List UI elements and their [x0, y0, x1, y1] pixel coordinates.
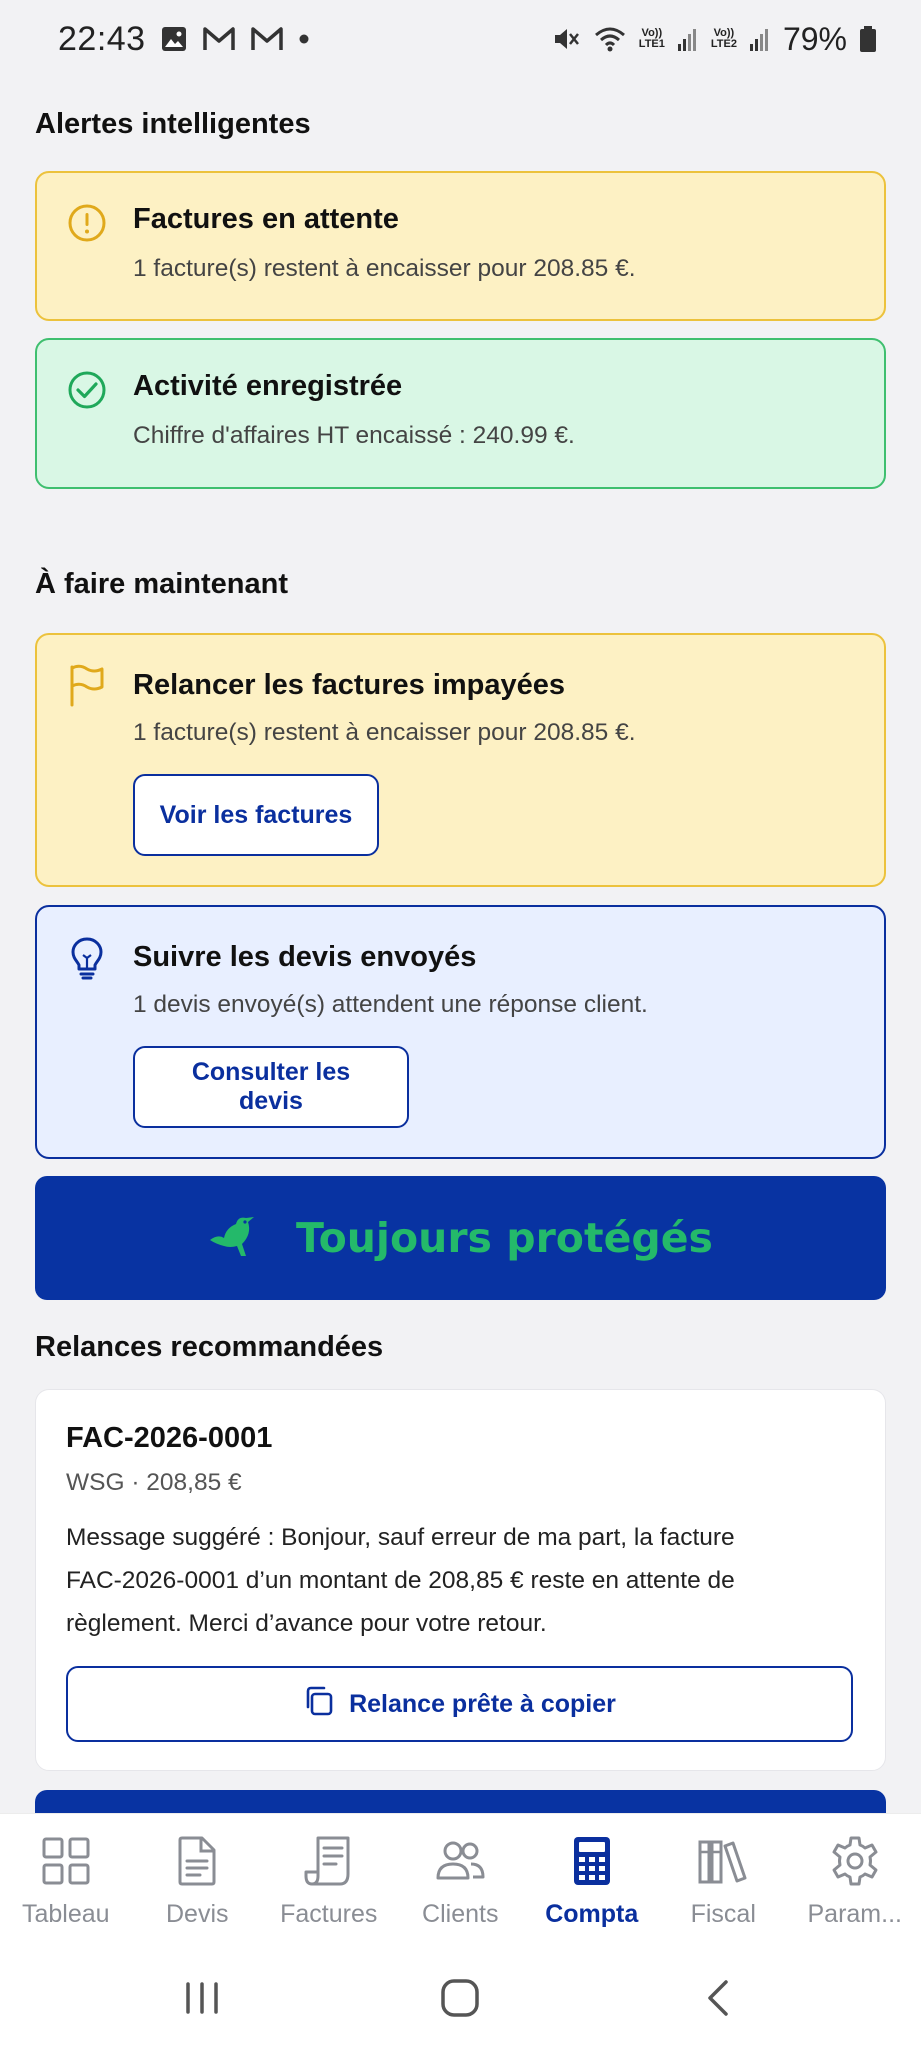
- sim2-label: LTE2: [710, 38, 737, 50]
- home-icon: [441, 1979, 479, 2017]
- status-right: Vo)) LTE1 Vo)) LTE2 79%: [551, 21, 877, 58]
- wifi-icon: [593, 25, 627, 53]
- copy-reminder-label: Relance prête à copier: [349, 1689, 616, 1718]
- gallery-notification-icon: [160, 25, 188, 53]
- system-navigation-bar: [0, 1948, 921, 2048]
- nav-label: Factures: [280, 1900, 378, 1928]
- nav-item-fiscal[interactable]: Fiscal: [658, 1814, 790, 1948]
- todo-title: Suivre les devis envoyés: [133, 941, 477, 973]
- nav-item-clients[interactable]: Clients: [395, 1814, 527, 1948]
- reminder-message-line: règlement. Merci d’avance pour votre ret…: [66, 1610, 547, 1637]
- back-icon: [708, 1980, 728, 2016]
- copy-reminder-button[interactable]: Relance prête à copier: [66, 1666, 853, 1742]
- lightbulb-icon: [67, 935, 107, 980]
- todo-section-title: À faire maintenant: [35, 568, 288, 600]
- nav-label: Fiscal: [690, 1900, 756, 1928]
- todo-text: 1 devis envoyé(s) attendent une réponse …: [133, 991, 648, 1018]
- battery-icon: [859, 25, 877, 53]
- document-icon: [178, 1836, 216, 1886]
- alert-title: Activité enregistrée: [133, 370, 403, 402]
- grid-icon: [42, 1837, 90, 1885]
- alert-text: 1 facture(s) restent à encaisser pour 20…: [133, 255, 636, 282]
- alert-text: Chiffre d'affaires HT encaissé : 240.99 …: [133, 422, 575, 449]
- gmail-notification-icon: [250, 25, 284, 53]
- check-circle-icon: [67, 370, 107, 410]
- alert-card-activity-recorded: Activité enregistrée Chiffre d'affaires …: [35, 338, 886, 489]
- bottom-navigation: Tableau Devis Factures Clients Compta Fi…: [0, 1813, 921, 1948]
- todo-card-unpaid-invoices: Relancer les factures impayées 1 facture…: [35, 633, 886, 887]
- main-content[interactable]: Alertes intelligentes Factures en attent…: [0, 78, 921, 1813]
- receipt-icon: [304, 1836, 350, 1886]
- status-time: 22:43: [58, 19, 146, 58]
- view-quotes-button[interactable]: Consulter les devis: [133, 1046, 409, 1128]
- nav-item-factures[interactable]: Factures: [263, 1814, 395, 1948]
- reminder-message-line: Message suggéré : Bonjour, sauf erreur d…: [66, 1524, 735, 1551]
- reminder-meta: WSG · 208,85 €: [66, 1469, 242, 1496]
- nav-item-devis[interactable]: Devis: [132, 1814, 264, 1948]
- recent-apps-icon: [186, 1982, 218, 2014]
- back-button[interactable]: [700, 1978, 740, 2023]
- nav-label: Compta: [545, 1900, 639, 1928]
- calculator-icon: [573, 1837, 610, 1885]
- reminders-section-title: Relances recommandées: [35, 1331, 384, 1363]
- reminder-message-line: FAC-2026-0001 d’un montant de 208,85 € r…: [66, 1567, 735, 1594]
- library-icon: [698, 1840, 747, 1884]
- gear-icon: [832, 1836, 878, 1886]
- status-bar: 22:43 Vo)) LTE1 Vo)) LTE2 79%: [0, 0, 921, 78]
- reminder-invoice-number: FAC-2026-0001: [66, 1422, 273, 1454]
- nav-label: Tableau: [21, 1900, 110, 1928]
- protection-banner[interactable]: Toujours protégés: [35, 1176, 886, 1300]
- gmail-notification-icon: [202, 25, 236, 53]
- todo-title: Relancer les factures impayées: [133, 669, 566, 701]
- reminder-card: FAC-2026-0001 WSG · 208,85 € Message sug…: [35, 1389, 886, 1771]
- flag-icon: [67, 663, 107, 707]
- users-icon: [436, 1841, 485, 1880]
- warning-circle-icon: [67, 203, 107, 243]
- todo-card-follow-quotes: Suivre les devis envoyés 1 devis envoyé(…: [35, 905, 886, 1159]
- alerts-section-title: Alertes intelligentes: [35, 108, 311, 140]
- recent-apps-button[interactable]: [180, 1978, 224, 2023]
- nav-item-tableau[interactable]: Tableau: [0, 1814, 132, 1948]
- view-invoices-button[interactable]: Voir les factures: [133, 774, 379, 856]
- mute-icon: [551, 25, 581, 53]
- reminder-message: Message suggéré : Bonjour, sauf erreur d…: [66, 1516, 735, 1645]
- volte-sim1-icon: Vo)) LTE1: [639, 28, 665, 50]
- signal-icon: [677, 26, 699, 52]
- volte-sim2-icon: Vo)) LTE2: [711, 28, 737, 50]
- banner-text: Toujours protégés: [296, 1214, 713, 1262]
- alert-card-pending-invoices: Factures en attente 1 facture(s) restent…: [35, 171, 886, 321]
- copy-icon: [303, 1685, 335, 1724]
- alert-title: Factures en attente: [133, 203, 399, 235]
- sim1-label: LTE1: [638, 38, 665, 50]
- home-button[interactable]: [438, 1978, 482, 2023]
- more-notifications-dot-icon: [298, 33, 310, 45]
- signal-icon: [749, 26, 771, 52]
- nav-item-compta[interactable]: Compta: [526, 1814, 658, 1948]
- nav-label: Devis: [165, 1900, 229, 1928]
- nav-label: Clients: [422, 1900, 499, 1928]
- todo-text: 1 facture(s) restent à encaisser pour 20…: [133, 719, 636, 746]
- status-left: 22:43: [58, 20, 310, 59]
- next-card-peek: [35, 1790, 886, 1813]
- battery-percent: 79%: [782, 20, 847, 57]
- nav-label: Param...: [807, 1900, 902, 1928]
- bird-icon: [208, 1214, 256, 1263]
- nav-item-parametres[interactable]: Param...: [789, 1814, 921, 1948]
